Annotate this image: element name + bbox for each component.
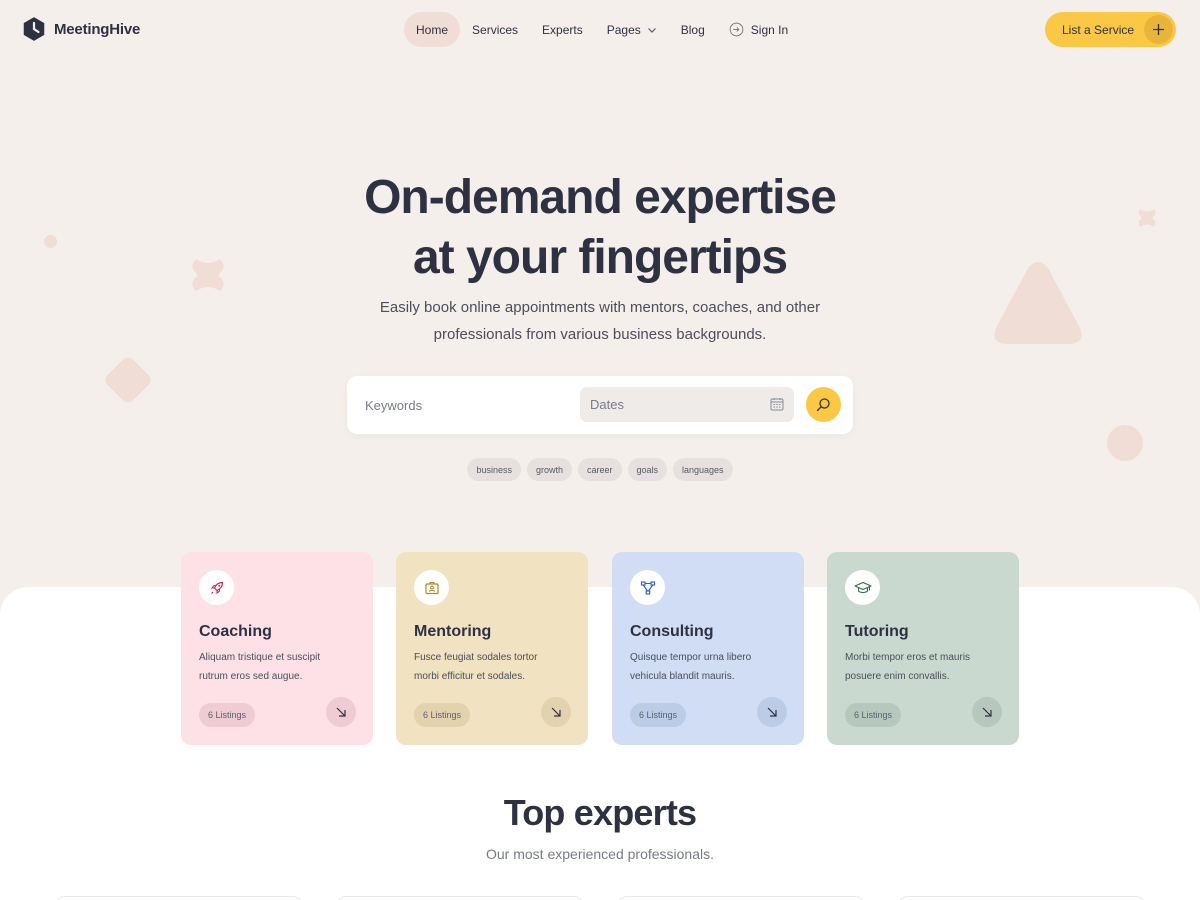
expert-card-peek — [336, 896, 584, 900]
tag-growth[interactable]: growth — [526, 458, 572, 481]
nav-experts-label: Experts — [542, 22, 583, 37]
tag-business[interactable]: business — [467, 458, 521, 481]
listings-badge: 6 Listings — [630, 703, 687, 727]
top-experts-title: Top experts — [503, 792, 697, 833]
nav-blog-label: Blog — [680, 22, 705, 37]
nav-services-label: Services — [472, 22, 519, 37]
arrow-down-right-icon — [982, 707, 992, 717]
nav-services[interactable]: Services — [460, 12, 530, 47]
arrow-down-right-icon — [551, 707, 561, 717]
tag-languages[interactable]: languages — [673, 458, 733, 481]
nav-home[interactable]: Home — [404, 12, 461, 47]
listings-badge: 6 Listings — [414, 703, 471, 727]
search-button[interactable] — [806, 387, 841, 422]
card-desc-line2: rutrum eros sed augue. — [199, 671, 303, 682]
card-icon-wrap — [414, 570, 449, 605]
category-card-coaching[interactable]: Coaching Aliquam tristique et suscipit ru… — [181, 552, 373, 745]
card-arrow-button[interactable] — [757, 697, 787, 727]
decorative-diamond — [105, 357, 151, 403]
nav-sign-in-label: Sign In — [750, 22, 789, 37]
expert-card-peek — [898, 896, 1146, 900]
category-card-tutoring[interactable]: Tutoring Morbi tempor eros et mauris posu… — [827, 552, 1019, 745]
expert-card-peek — [617, 896, 865, 900]
nav-home-label: Home — [416, 22, 449, 37]
hero-subtitle-line2: professionals from various business back… — [433, 326, 767, 343]
card-desc-line1: Morbi tempor eros et mauris — [845, 652, 971, 663]
card-icon-wrap — [630, 570, 665, 605]
search-icon — [816, 398, 830, 412]
rocket-icon — [210, 581, 223, 594]
tag-goals[interactable]: goals — [627, 458, 668, 481]
list-service-button[interactable]: List a Service — [1045, 12, 1176, 47]
card-title: Consulting — [630, 623, 714, 640]
nav-pages[interactable]: Pages — [595, 12, 669, 47]
card-desc-line2: morbi efficitur et sodales. — [414, 671, 525, 682]
card-desc-line1: Aliquam tristique et suscipit — [199, 652, 321, 663]
top-experts-subtitle: Our most experienced professionals. — [486, 846, 714, 862]
card-title: Coaching — [199, 623, 272, 640]
card-description: Morbi tempor eros et mauris posuere enim … — [845, 648, 995, 686]
card-icon-wrap — [199, 570, 234, 605]
arrow-down-right-icon — [336, 707, 346, 717]
network-icon — [640, 580, 655, 595]
nav-sign-in[interactable]: Sign In — [717, 12, 800, 47]
search-bar — [347, 376, 853, 434]
site-header: MeetingHive Home Services Experts Pages … — [0, 0, 1200, 58]
sign-in-icon — [729, 22, 744, 37]
hero-subtitle-line1: Easily book online appointments with men… — [379, 299, 821, 316]
listings-badge: 6 Listings — [199, 703, 256, 727]
card-desc-line1: Quisque tempor urna libero — [630, 652, 752, 663]
brand-logo[interactable]: MeetingHive — [23, 17, 140, 41]
graduation-cap-icon — [853, 581, 872, 593]
chevron-down-icon — [647, 27, 656, 33]
dates-field[interactable] — [580, 387, 794, 422]
card-arrow-button[interactable] — [541, 697, 571, 727]
category-card-consulting[interactable]: Consulting Quisque tempor urna libero veh… — [612, 552, 804, 745]
expert-card-peek — [55, 896, 303, 900]
clock-hexagon-icon — [23, 17, 45, 41]
list-service-label: List a Service — [1062, 22, 1135, 37]
tag-list: business growth career goals languages — [0, 458, 1200, 481]
card-icon-wrap — [845, 570, 880, 605]
nav-experts[interactable]: Experts — [530, 12, 595, 47]
card-desc-line2: vehicula blandit mauris. — [630, 671, 735, 682]
calendar-icon[interactable] — [770, 397, 784, 411]
card-description: Aliquam tristique et suscipit rutrum eros… — [199, 648, 349, 686]
arrow-down-right-icon — [767, 707, 777, 717]
hero-subtitle: Easily book online appointments with men… — [360, 294, 840, 348]
keywords-input[interactable] — [361, 387, 581, 423]
category-card-mentoring[interactable]: Mentoring Fusce feugiat sodales tortor mo… — [396, 552, 588, 745]
brand-name: MeetingHive — [54, 20, 141, 38]
id-badge-icon — [424, 581, 439, 594]
hero-title-line1: On-demand expertise — [364, 171, 837, 224]
card-desc-line2: posuere enim convallis. — [845, 671, 950, 682]
nav-pages-label: Pages — [606, 22, 641, 37]
card-arrow-button[interactable] — [972, 697, 1002, 727]
decorative-circle — [1107, 425, 1143, 461]
hero-title: On-demand expertise at your fingertips — [0, 168, 1200, 288]
card-desc-line1: Fusce feugiat sodales tortor — [414, 652, 538, 663]
hero-title-line2: at your fingertips — [412, 231, 788, 284]
tag-career[interactable]: career — [577, 458, 622, 481]
card-description: Quisque tempor urna libero vehicula bland… — [630, 648, 780, 686]
nav-blog[interactable]: Blog — [669, 12, 717, 47]
card-title: Tutoring — [845, 623, 909, 640]
card-title: Mentoring — [414, 623, 492, 640]
listings-badge: 6 Listings — [845, 703, 902, 727]
card-description: Fusce feugiat sodales tortor morbi effici… — [414, 648, 564, 686]
main-nav: Home Services Experts Pages Blog Sign In — [404, 12, 800, 47]
plus-icon — [1144, 15, 1173, 44]
dates-input[interactable] — [590, 387, 760, 422]
card-arrow-button[interactable] — [326, 697, 356, 727]
